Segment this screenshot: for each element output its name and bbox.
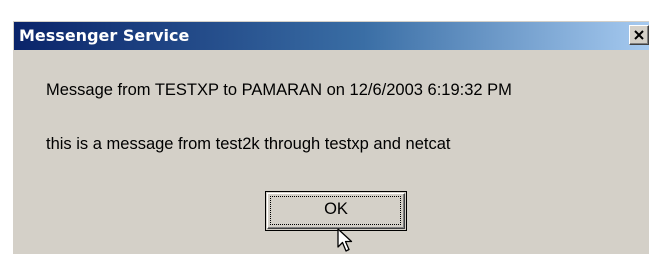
message-body-text: this is a message from test2k through te… [46,135,451,153]
messenger-service-dialog: Messenger Service Message from TESTXP to… [12,20,649,254]
message-header-text: Message from TESTXP to PAMARAN on 12/6/2… [46,81,512,99]
close-icon [634,30,644,40]
title-bar[interactable]: Messenger Service [14,22,649,50]
arrow-cursor-icon [337,228,353,252]
window-title: Messenger Service [19,26,190,45]
close-button[interactable] [629,25,649,45]
ok-button-label: OK [324,200,348,218]
ok-button[interactable]: OK [265,191,407,231]
